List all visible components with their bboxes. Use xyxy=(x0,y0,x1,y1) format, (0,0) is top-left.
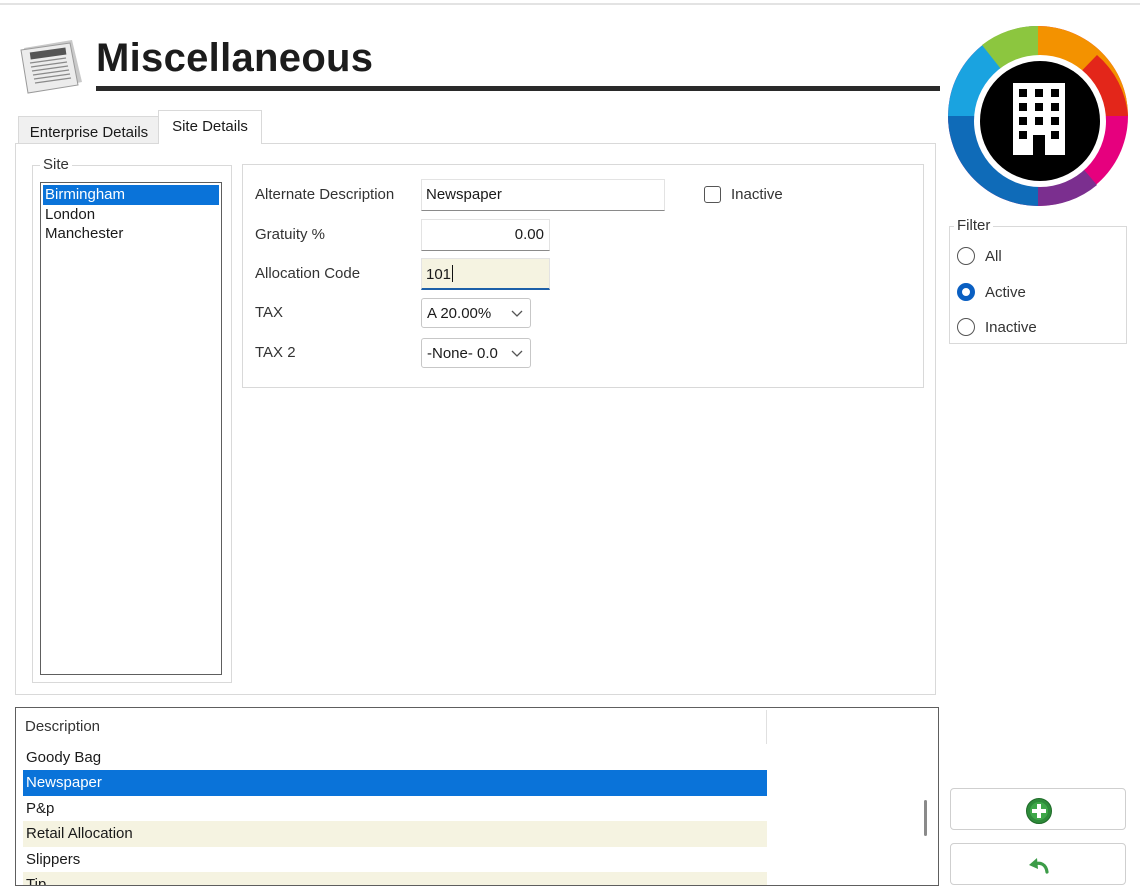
filter-all-radio[interactable] xyxy=(957,247,975,265)
allocation-code-value: 101 xyxy=(426,266,452,283)
description-grid[interactable]: Description Goody Bag Newspaper P&p Reta… xyxy=(15,707,939,886)
gratuity-label: Gratuity % xyxy=(255,226,326,243)
inactive-checkbox[interactable] xyxy=(704,186,721,203)
tax-label: TAX xyxy=(255,304,284,321)
allocation-code-label: Allocation Code xyxy=(255,265,361,282)
tab-enterprise-details[interactable]: Enterprise Details xyxy=(18,116,160,144)
inactive-checkbox-label[interactable]: Inactive xyxy=(731,186,783,203)
add-circle-icon xyxy=(1026,798,1052,824)
building-icon xyxy=(948,25,1128,207)
filter-inactive-label[interactable]: Inactive xyxy=(985,319,1037,336)
site-list[interactable]: Birmingham London Manchester xyxy=(40,182,222,675)
grid-scrollbar-thumb[interactable] xyxy=(924,800,927,836)
filter-group: Filter xyxy=(949,217,1127,344)
undo-arrow-icon xyxy=(1029,858,1049,874)
grid-row-slippers[interactable]: Slippers xyxy=(23,847,767,873)
gratuity-field[interactable]: 0.00 xyxy=(421,219,550,251)
text-caret xyxy=(452,265,454,282)
filter-legend: Filter xyxy=(954,217,994,234)
column-separator xyxy=(766,710,767,744)
page-title: Miscellaneous xyxy=(96,36,374,80)
alternate-description-label: Alternate Description xyxy=(255,186,395,203)
grid-row-retail-allocation[interactable]: Retail Allocation xyxy=(23,821,767,847)
description-column-header[interactable]: Description xyxy=(25,718,100,735)
add-button[interactable] xyxy=(950,788,1126,830)
undo-button[interactable] xyxy=(950,843,1126,885)
newspaper-icon xyxy=(20,40,82,94)
tax2-label: TAX 2 xyxy=(255,344,296,361)
filter-inactive-radio[interactable] xyxy=(957,318,975,336)
filter-active-label[interactable]: Active xyxy=(985,284,1026,301)
site-item-manchester[interactable]: Manchester xyxy=(43,224,219,244)
site-legend: Site xyxy=(40,156,72,173)
tab-site-details[interactable]: Site Details xyxy=(158,110,262,144)
grid-row-newspaper[interactable]: Newspaper xyxy=(23,770,767,796)
chevron-down-icon xyxy=(511,310,523,317)
filter-all-label[interactable]: All xyxy=(985,248,1002,265)
filter-active-radio[interactable] xyxy=(957,283,975,301)
window-top-edge xyxy=(0,3,1140,5)
site-item-london[interactable]: London xyxy=(43,205,219,225)
grid-row-goody-bag[interactable]: Goody Bag xyxy=(23,745,767,771)
tax2-select-value: -None- 0.0 xyxy=(427,345,498,362)
site-item-birmingham[interactable]: Birmingham xyxy=(43,185,219,205)
chevron-down-icon xyxy=(510,346,524,360)
grid-row-pp[interactable]: P&p xyxy=(23,796,767,822)
allocation-code-field[interactable]: 101 xyxy=(421,258,550,290)
title-underline xyxy=(96,86,940,91)
grid-row-tip[interactable]: Tip xyxy=(23,872,767,885)
alternate-description-field[interactable]: Newspaper xyxy=(421,179,665,211)
tax2-select[interactable]: -None- 0.0 xyxy=(421,338,531,368)
tax-select[interactable]: A 20.00% xyxy=(421,298,531,328)
tax-select-value: A 20.00% xyxy=(427,305,492,322)
